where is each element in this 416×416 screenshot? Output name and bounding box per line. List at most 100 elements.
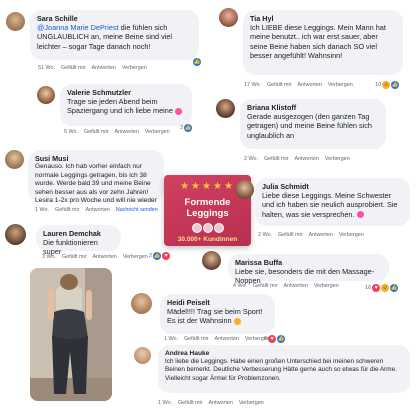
reaction-count[interactable]: 👍	[193, 58, 201, 66]
hide-button[interactable]: Verbergen	[325, 156, 350, 162]
reply-button[interactable]: Antworten	[309, 232, 333, 238]
comment-bubble: Lauren Demchak Die funktionieren super	[36, 225, 121, 256]
comment-text: Liebe diese Leggings. Meine Schwester un…	[262, 191, 398, 219]
like-button[interactable]: Gefällt mir	[278, 232, 303, 238]
avatar[interactable]	[131, 293, 152, 314]
reply-button[interactable]: Antworten	[209, 400, 233, 406]
comment-text: Ich LIEBE diese Leggings. Mein Mann hat …	[250, 23, 386, 61]
reply-button[interactable]: Antworten	[93, 254, 117, 260]
author-name[interactable]: Sara Schille	[37, 14, 192, 23]
laugh-icon: ☺	[382, 81, 391, 89]
like-button[interactable]: Gefällt mir	[178, 400, 203, 406]
comment-actions: 17 Wo. Gefällt mir Antworten Verbergen	[244, 82, 353, 88]
comment-actions: 2 Wo. Gefällt mir Antworten Verbergen	[244, 156, 350, 162]
comment-bubble: Tia Hyl Ich LIEBE diese Leggings. Mein M…	[243, 10, 403, 75]
mention-link[interactable]: @Joanna Marie DePriest	[37, 23, 119, 32]
customer-count: 30.000+ Kundinnen	[177, 236, 238, 243]
reply-button[interactable]: Antworten	[215, 336, 239, 342]
reaction-count[interactable]: 2 👍 ♥	[149, 252, 171, 260]
hide-button[interactable]: Verbergen	[145, 129, 170, 135]
like-icon: 👍	[193, 58, 201, 66]
reply-button[interactable]: Antworten	[284, 283, 308, 289]
author-name[interactable]: Lauren Demchak	[43, 229, 114, 238]
hide-button[interactable]: Verbergen	[239, 400, 264, 406]
comment-bubble: Sara Schille @Joanna Marie DePriest die …	[30, 10, 199, 60]
like-icon: 👍	[184, 124, 193, 132]
author-name[interactable]: Heidi Peiselt	[167, 298, 268, 307]
like-button[interactable]: Gefällt mir	[84, 129, 109, 135]
author-name[interactable]: Julia Schmidt	[262, 182, 403, 191]
like-icon: 👍	[391, 81, 400, 89]
comment-text: Ich liebe die Leggings. Habe einen große…	[165, 358, 397, 382]
heart-icon: ♥	[372, 284, 381, 292]
author-name[interactable]: Susi Musi	[35, 154, 157, 163]
avatar[interactable]	[5, 224, 26, 245]
leggings-photo-illustration	[30, 268, 112, 401]
comment-actions: 4 Wo. Gefällt mir Antworten Verbergen	[233, 283, 339, 289]
hide-button[interactable]: Verbergen	[328, 82, 353, 88]
reply-button[interactable]: Antworten	[86, 207, 110, 213]
like-button[interactable]: Gefällt mir	[184, 336, 209, 342]
avatar[interactable]	[235, 180, 254, 199]
comment-text: Gerade ausgezogen (den ganzen Tag getrag…	[247, 112, 372, 140]
avatar[interactable]	[219, 8, 238, 27]
reply-button[interactable]: Antworten	[295, 156, 319, 162]
heart-icon: ♥	[268, 335, 277, 343]
comment-bubble: Andrea Hauke Ich liebe die Leggings. Hab…	[158, 345, 410, 393]
comment-actions: 5 Wo. Gefällt mir Antworten Verbergen	[64, 129, 170, 135]
comment-actions: 1 Wo. Gefällt mir Antworten Verbergen	[164, 336, 270, 342]
comment-actions: 2 Wo. Gefällt mir Antworten Verbergen	[258, 232, 364, 238]
send-message-link[interactable]: Nachricht senden	[116, 207, 158, 213]
comment-actions: 51 Wo. Gefällt mir Antworten Verbergen	[38, 65, 147, 71]
timestamp: 3 Wo.	[42, 254, 56, 260]
timestamp: 1 Wo.	[35, 207, 49, 213]
reaction-count[interactable]: 8 ♥ 👍	[264, 335, 286, 343]
comment-actions: 1 Wo. Gefällt mir Antworten Nachricht se…	[35, 207, 158, 213]
reaction-count[interactable]: 10 ☺ 👍	[375, 81, 400, 89]
timestamp: 4 Wo.	[233, 283, 247, 289]
reply-button[interactable]: Antworten	[115, 129, 139, 135]
heart-emoji-icon	[174, 107, 182, 115]
author-name[interactable]: Valerie Schmutzler	[67, 88, 185, 97]
comment-text: @Joanna Marie DePriest die fühlen sich U…	[37, 23, 173, 51]
comment-bubble: Susi Musi Genauso. Ich hab vorher einfac…	[28, 150, 164, 204]
like-button[interactable]: Gefällt mir	[55, 207, 80, 213]
reaction-count[interactable]: 16 ♥ ☺ 👍	[365, 284, 399, 292]
like-button[interactable]: Gefällt mir	[253, 283, 278, 289]
comment-bubble: Heidi Peiselt Mädel!!!! Trag sie beim Sp…	[160, 294, 275, 334]
avatar[interactable]	[5, 150, 24, 169]
timestamp: 1 Wo.	[158, 400, 172, 406]
comment-actions: 1 Wo. Gefällt mir Antworten Verbergen	[158, 400, 264, 406]
author-name[interactable]: Marissa Buffa	[235, 258, 382, 267]
like-button[interactable]: Gefällt mir	[62, 254, 87, 260]
author-name[interactable]: Tia Hyl	[250, 14, 396, 23]
author-name[interactable]: Andrea Hauke	[165, 349, 403, 358]
avatar[interactable]	[134, 347, 151, 364]
comment-bubble: Marissa Buffa Liebe sie, besonders die m…	[228, 254, 389, 285]
like-button[interactable]: Gefällt mir	[267, 82, 292, 88]
avatar[interactable]	[37, 86, 55, 104]
heart-icon: ♥	[162, 252, 171, 260]
like-button[interactable]: Gefällt mir	[264, 156, 289, 162]
comment-text: Genauso. Ich hab vorher einfach nur norm…	[35, 163, 157, 205]
author-name[interactable]: Briana Klistoff	[247, 103, 379, 112]
reaction-count[interactable]: 3 👍	[180, 124, 193, 132]
avatar[interactable]	[216, 99, 235, 118]
hide-button[interactable]: Verbergen	[123, 254, 148, 260]
customer-photo[interactable]	[30, 268, 112, 401]
hide-button[interactable]: Verbergen	[314, 283, 339, 289]
timestamp: 2 Wo.	[258, 232, 272, 238]
like-button[interactable]: Gefällt mir	[61, 65, 86, 71]
avatar[interactable]	[6, 12, 25, 31]
comment-bubble: Julia Schmidt Liebe diese Leggings. Mein…	[255, 178, 410, 226]
comment-text: Mädel!!!! Trag sie beim Sport! Es ist de…	[167, 307, 263, 326]
comment-bubble: Briana Klistoff Gerade ausgezogen (den g…	[240, 99, 386, 149]
avatar[interactable]	[202, 251, 221, 270]
hide-button[interactable]: Verbergen	[339, 232, 364, 238]
customer-avatars	[164, 223, 251, 233]
hide-button[interactable]: Verbergen	[122, 65, 147, 71]
reply-button[interactable]: Antworten	[92, 65, 116, 71]
reply-button[interactable]: Antworten	[298, 82, 322, 88]
badge-title: Formende Leggings	[184, 197, 231, 219]
timestamp: 1 Wo.	[164, 336, 178, 342]
